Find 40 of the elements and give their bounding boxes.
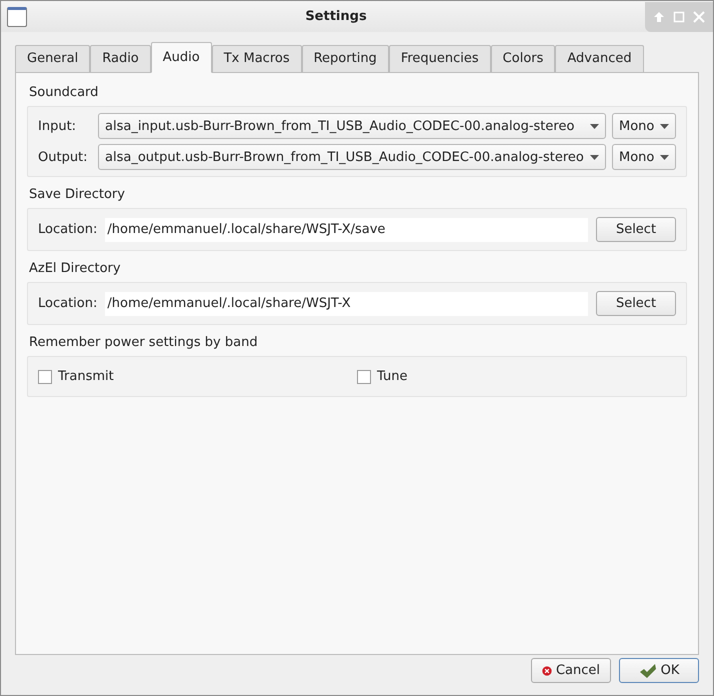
field-label: Output: <box>38 150 89 164</box>
shade-icon[interactable] <box>653 10 665 22</box>
tab[interactable]: Advanced <box>555 45 644 72</box>
device-dropdown[interactable]: alsa_output.usb-Burr-Brown_from_TI_USB_Audio_CODEC-00.analog-stereo <box>98 144 606 170</box>
checkbox-label: Transmit <box>58 369 114 384</box>
channel-dropdown[interactable]: Mono <box>612 113 676 139</box>
location-field[interactable]: /home/emmanuel/.local/share/WSJT-X <box>105 292 588 316</box>
window-title: Settings <box>304 9 368 24</box>
group-title: Save Directory <box>29 187 126 202</box>
select-button[interactable]: Select <box>596 217 676 242</box>
tab[interactable]: Audio <box>150 42 212 73</box>
device-dropdown[interactable]: alsa_input.usb-Burr-Brown_from_TI_USB_Audio_CODEC-00.analog-stereo <box>98 113 606 139</box>
tab[interactable]: Frequencies <box>388 45 491 72</box>
tab[interactable]: Reporting <box>302 45 389 72</box>
channel-dropdown[interactable]: Mono <box>612 144 676 170</box>
maximize-icon[interactable] <box>673 10 685 22</box>
group-title: AzEl Directory <box>29 261 122 276</box>
tab[interactable]: Colors <box>490 45 556 72</box>
ok-button[interactable]: OK <box>619 658 699 683</box>
cancel-button[interactable]: Cancel <box>531 658 611 683</box>
caret-icon <box>590 124 599 128</box>
tab[interactable]: Radio <box>90 45 151 72</box>
checkbox[interactable] <box>38 370 52 384</box>
select-button[interactable]: Select <box>596 291 676 316</box>
checkbox[interactable] <box>357 370 371 384</box>
location-field[interactable]: /home/emmanuel/.local/share/WSJT-X/save <box>105 218 588 242</box>
checkbox-label: Tune <box>377 369 408 384</box>
checkmark-icon <box>638 662 657 678</box>
window-icon <box>7 6 27 26</box>
caret-icon <box>590 154 599 160</box>
field-label: Location: <box>38 222 98 237</box>
group-title: Remember power settings by band <box>29 335 259 350</box>
tab[interactable]: Tx Macros <box>212 45 302 72</box>
field-label: Input: <box>38 118 78 134</box>
field-label: Location: <box>38 296 98 311</box>
group-title: Soundcard <box>29 85 100 100</box>
caret-icon <box>660 154 669 160</box>
tab[interactable]: General <box>15 45 90 72</box>
close-icon[interactable] <box>693 10 705 22</box>
caret-icon <box>660 124 669 128</box>
